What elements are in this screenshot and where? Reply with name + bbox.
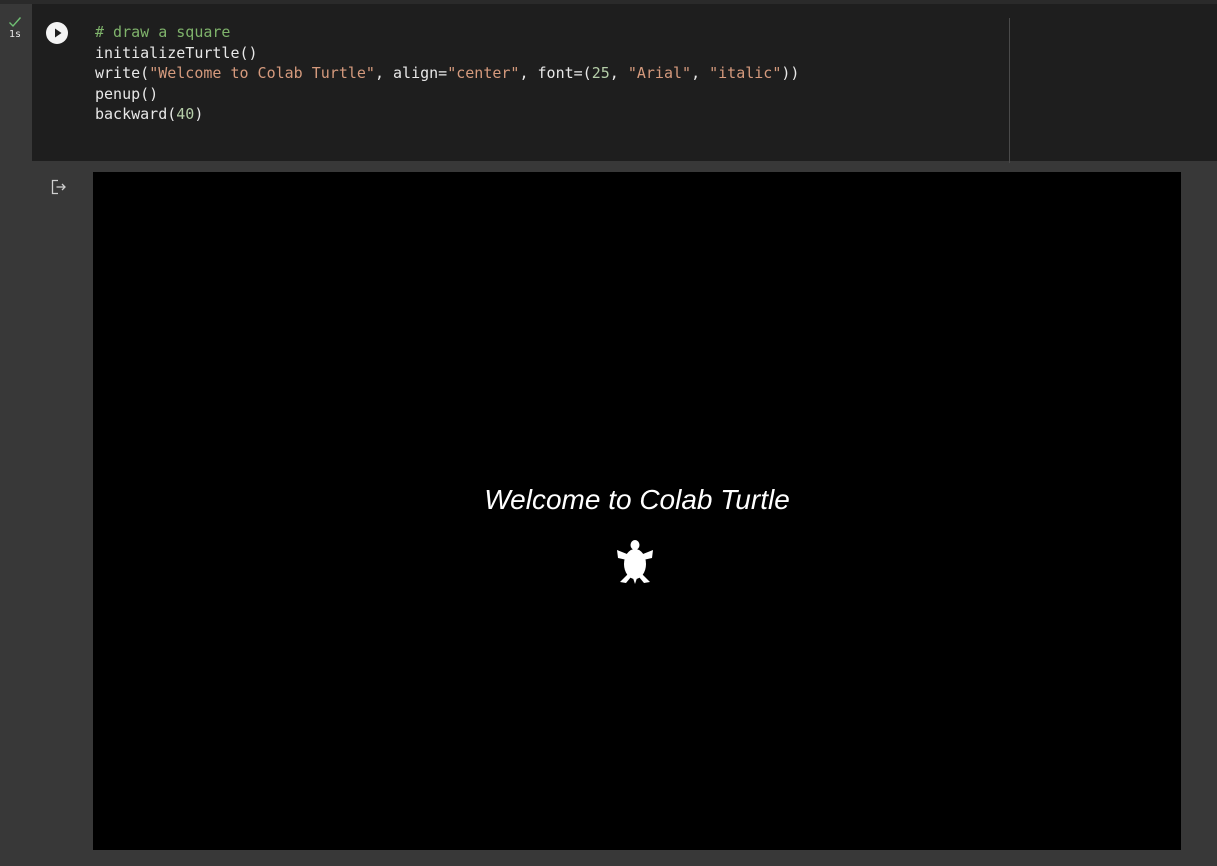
code-token-plain: , [691, 64, 710, 82]
code-editor[interactable]: # draw a square initializeTurtle() write("… [95, 22, 1000, 125]
execution-time: 1s [8, 29, 22, 40]
code-token-plain: penup() [95, 84, 159, 103]
code-line: initializeTurtle() [95, 43, 1000, 64]
code-token-plain: , [609, 64, 628, 82]
code-token-plain: initializeTurtle() [95, 43, 258, 62]
code-line: write("Welcome to Colab Turtle", align="… [95, 63, 1000, 84]
code-token-plain: ) [194, 105, 204, 123]
notebook-page: 1s # draw a square initializeTurtle() writ… [0, 0, 1217, 866]
code-token-string: "center" [447, 64, 520, 82]
code-token-string: "Arial" [627, 64, 692, 82]
cell-divider [1009, 18, 1010, 163]
code-token-plain: write( [95, 64, 150, 82]
check-icon [9, 17, 22, 28]
code-token-plain: , align= [374, 64, 448, 82]
turtle-canvas: Welcome to Colab Turtle [93, 172, 1181, 850]
play-icon [55, 28, 62, 38]
turtle-icon [617, 540, 653, 584]
code-token-plain: , font=( [519, 64, 592, 82]
output-scroll-gutter [1181, 161, 1217, 866]
code-token-string: "Welcome to Colab Turtle" [149, 64, 375, 82]
code-token-plain: )) [781, 64, 800, 82]
code-token-plain: backward( [95, 105, 177, 123]
code-line: backward(40) [95, 104, 1000, 125]
code-token-string: "italic" [709, 64, 782, 82]
canvas-text: Welcome to Colab Turtle [484, 484, 790, 515]
code-token-comment: # draw a square [95, 23, 231, 41]
output-redirect-icon[interactable] [50, 178, 68, 196]
code-token-number: 40 [176, 105, 195, 123]
code-line: # draw a square [95, 22, 1000, 43]
cell-status: 1s [0, 16, 30, 40]
code-line: penup() [95, 84, 1000, 105]
code-token-number: 25 [591, 64, 610, 82]
run-cell-button[interactable] [46, 22, 68, 44]
